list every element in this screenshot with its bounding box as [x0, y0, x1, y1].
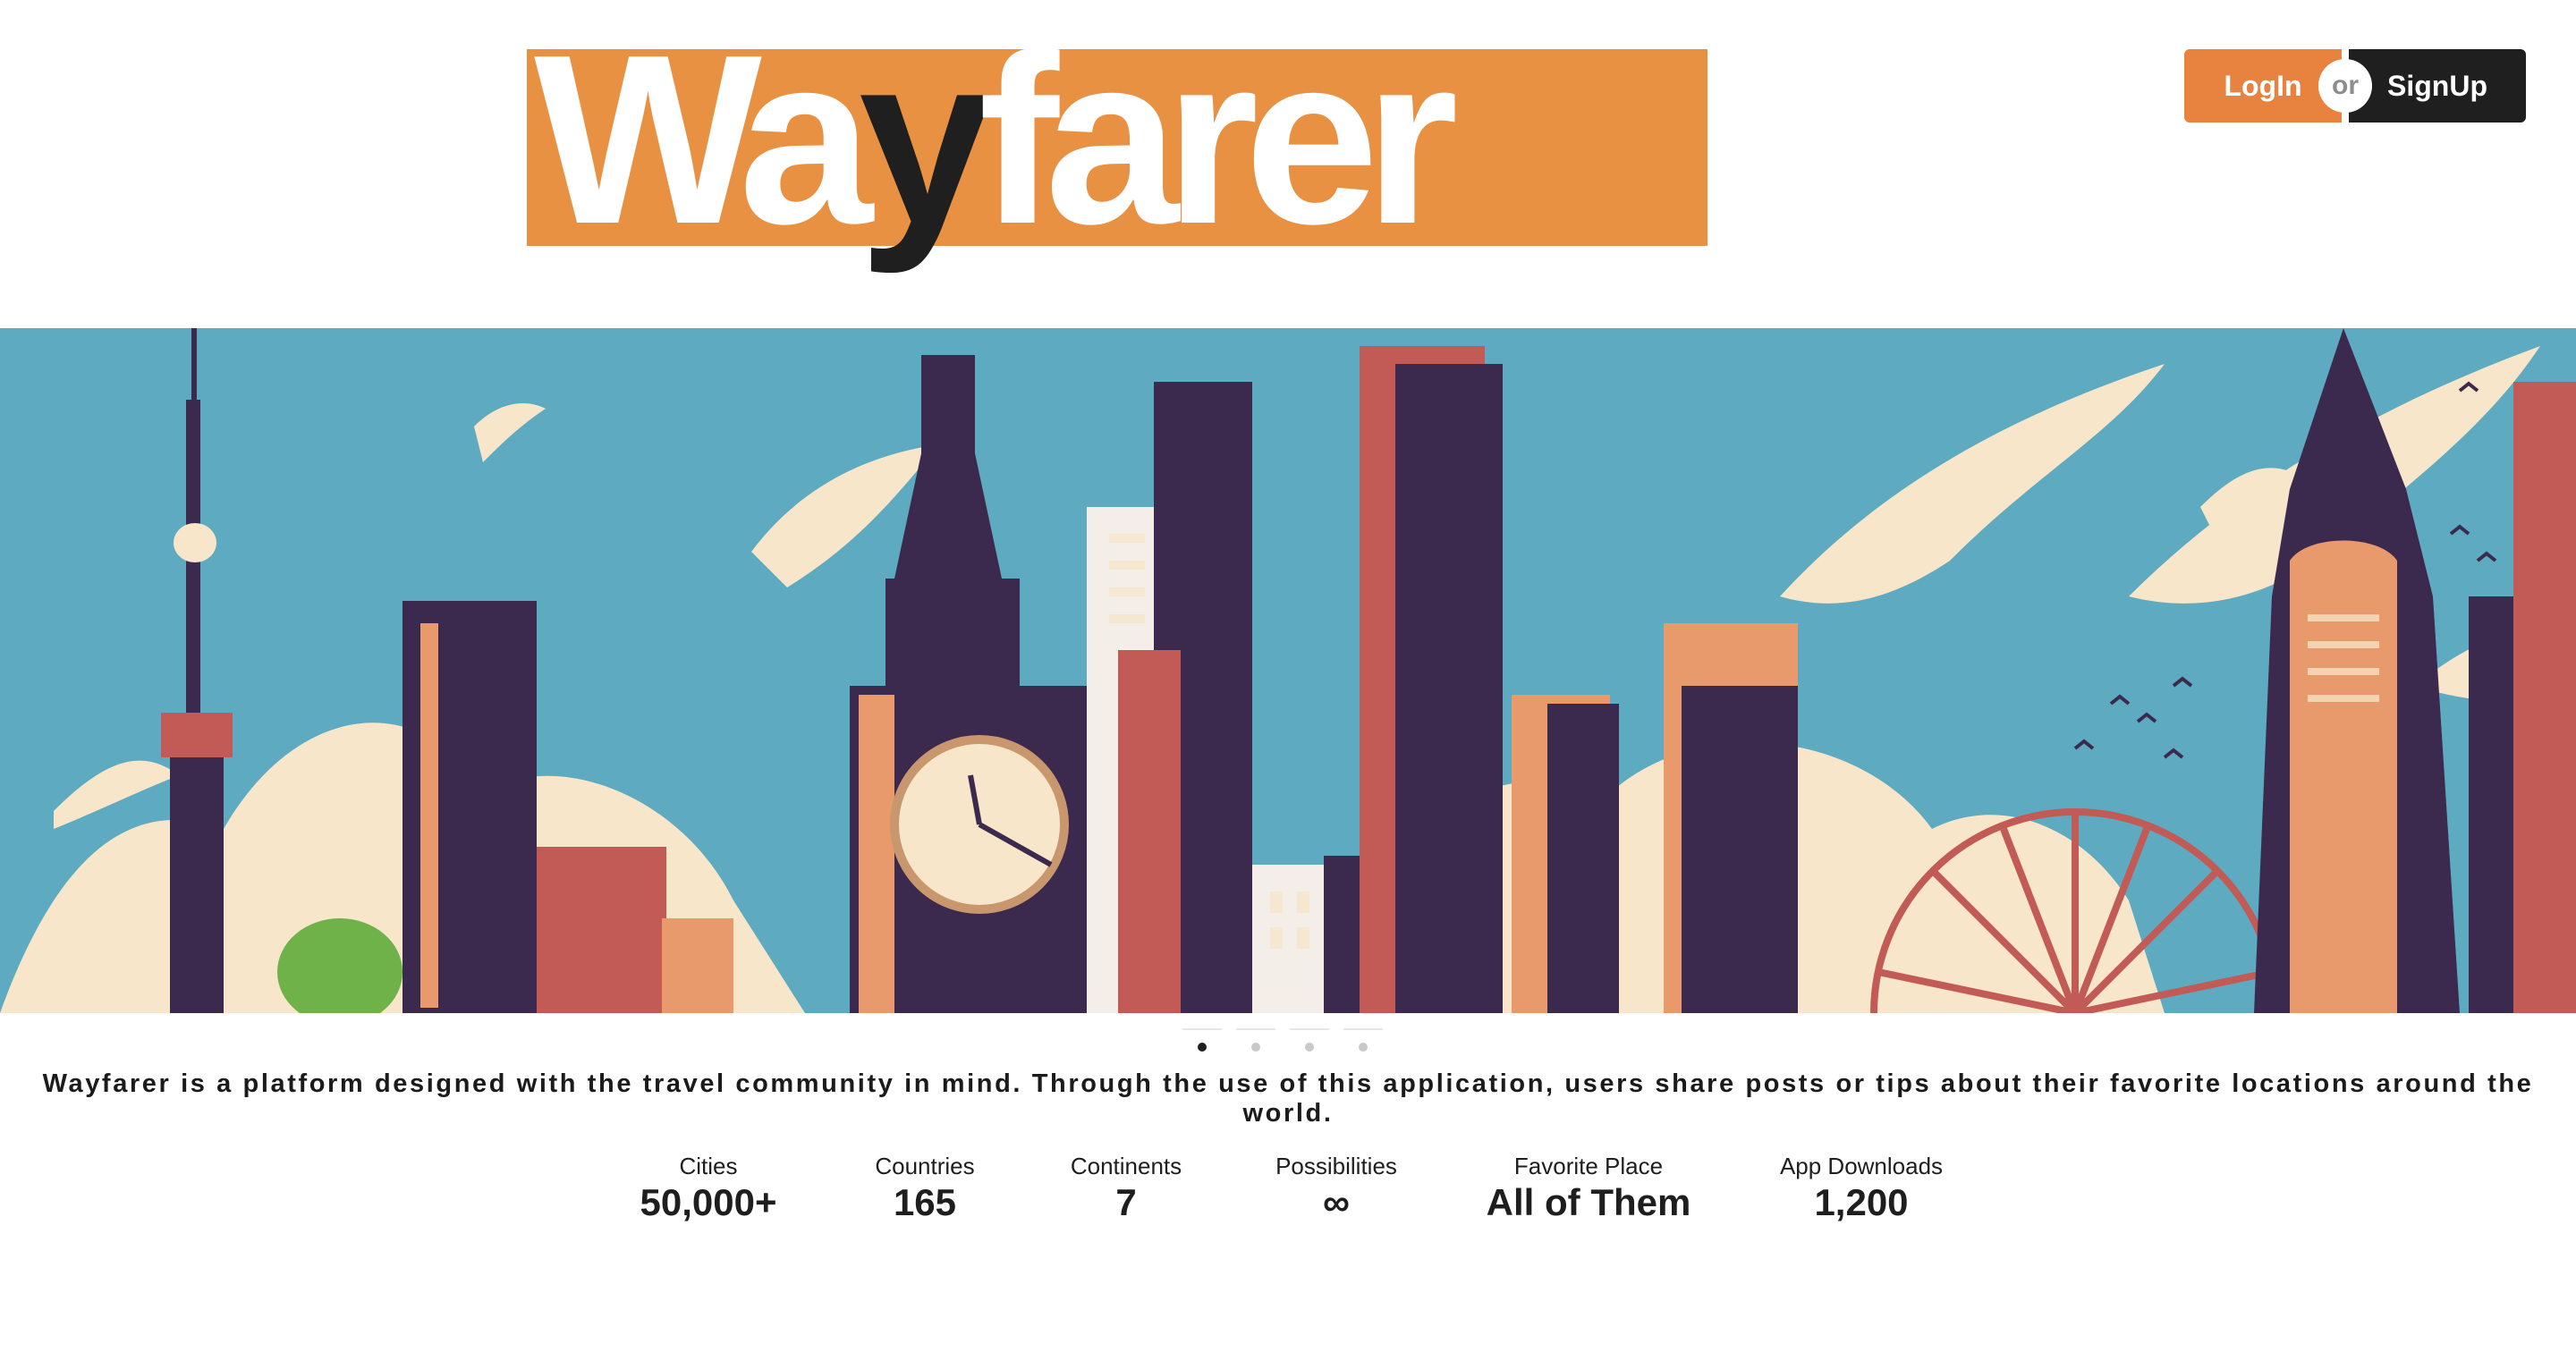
or-badge: or	[2318, 59, 2372, 113]
auth-buttons: LogIn or SignUp	[2184, 49, 2526, 123]
stat-value: 50,000+	[640, 1181, 777, 1223]
stat-value: 165	[893, 1181, 957, 1223]
stat-cities: Cities 50,000+	[640, 1152, 777, 1225]
platform-description: Wayfarer is a platform designed with the…	[42, 1069, 2534, 1128]
stat-label: App Downloads	[1779, 1153, 1944, 1179]
stat-possibilities: Possibilities ∞	[1275, 1152, 1397, 1225]
carousel-dot-3[interactable]	[1290, 1028, 1329, 1057]
carousel-dot-1[interactable]	[1182, 1028, 1222, 1057]
carousel-dot-2[interactable]	[1236, 1028, 1275, 1057]
carousel-dot-4[interactable]	[1343, 1028, 1383, 1057]
stat-value: 7	[1115, 1181, 1137, 1223]
carousel-indicators	[1182, 1028, 1397, 1055]
signup-button[interactable]: SignUp	[2349, 49, 2526, 123]
stat-continents: Continents 7	[1071, 1152, 1182, 1225]
dot-icon	[1359, 1043, 1368, 1052]
stat-value: 1,200	[1814, 1181, 1909, 1223]
stat-label: Continents	[1070, 1153, 1182, 1179]
dot-icon	[1251, 1043, 1260, 1052]
logo-text: Wayfarer	[534, 5, 1459, 275]
wayfarer-logo[interactable]: Wayfarer	[527, 18, 1707, 322]
stat-favorite-place: Favorite Place All of Them	[1487, 1152, 1691, 1225]
dot-icon	[1305, 1043, 1314, 1052]
hero-carousel-slide	[0, 328, 2576, 1013]
stat-label: Countries	[875, 1153, 975, 1179]
stat-label: Favorite Place	[1513, 1153, 1664, 1179]
city-skyline-illustration	[0, 328, 2576, 1013]
stat-value: All of Them	[1486, 1181, 1691, 1223]
stat-label: Possibilities	[1275, 1153, 1397, 1179]
stat-countries: Countries 165	[875, 1152, 974, 1225]
stat-value: ∞	[1323, 1181, 1350, 1223]
stat-app-downloads: App Downloads 1,200	[1780, 1152, 1943, 1225]
active-dot-icon	[1198, 1043, 1207, 1052]
stat-label: Cities	[679, 1153, 738, 1179]
